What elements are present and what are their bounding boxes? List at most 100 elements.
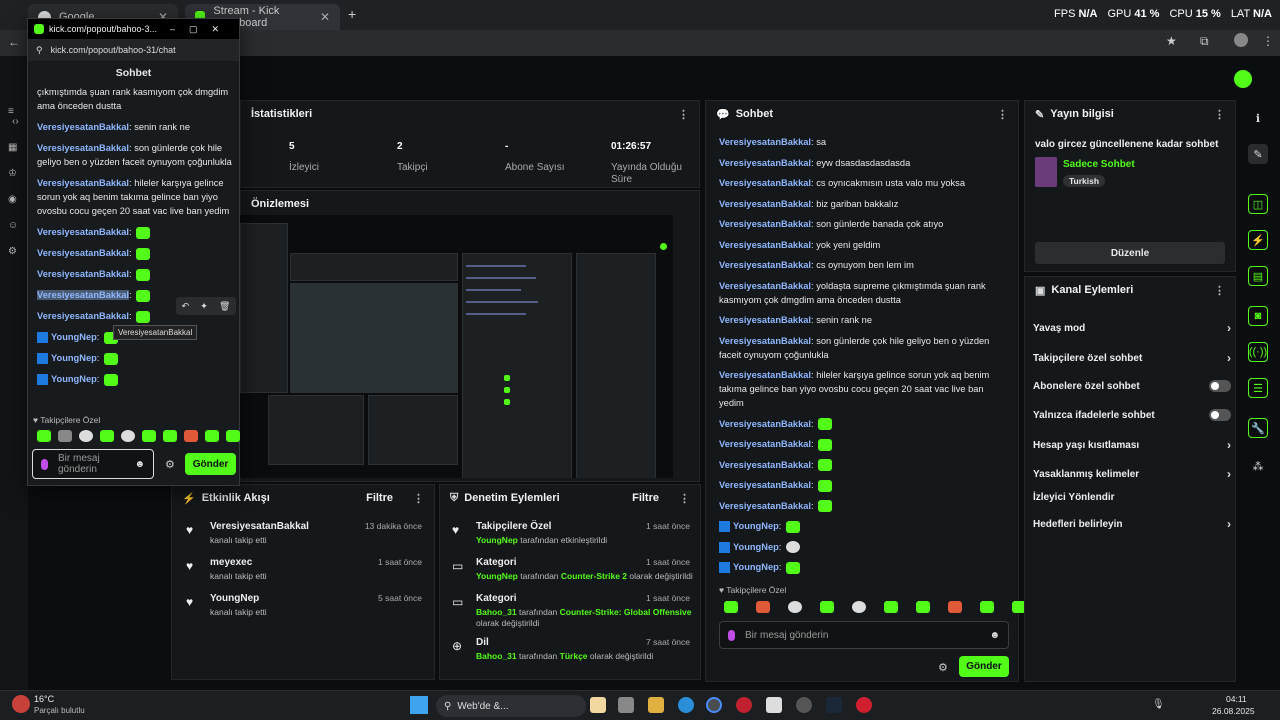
chat-username[interactable]: VeresiyesatanBakkal xyxy=(719,178,811,188)
taskbar-app-icon[interactable] xyxy=(856,697,872,713)
chat-username[interactable]: VeresiyesatanBakkal xyxy=(719,315,811,325)
moderation-actor[interactable]: YoungNep xyxy=(476,571,518,581)
popout-chat-input[interactable]: Bir mesaj gönderin ☻ xyxy=(32,449,154,479)
opera-icon[interactable] xyxy=(736,697,752,713)
edge-icon[interactable] xyxy=(678,697,694,713)
bolt-icon[interactable]: ⚡ xyxy=(1248,230,1268,250)
chat-username[interactable]: VeresiyesatanBakkal xyxy=(37,143,129,153)
chat-username[interactable]: VeresiyesatanBakkal xyxy=(37,269,129,279)
stream-icon[interactable]: ‹› xyxy=(12,116,24,128)
kick-logo-icon[interactable] xyxy=(1234,70,1252,88)
channel-action-item[interactable]: Yasaklanmış kelimeler › xyxy=(1033,467,1231,481)
new-tab-icon[interactable]: + xyxy=(348,6,356,22)
moderation-target[interactable]: Counter-Strike: Global Offensive xyxy=(560,607,692,617)
chat-username[interactable]: YoungNep xyxy=(51,374,97,384)
emote[interactable] xyxy=(788,601,802,613)
moderation-actor[interactable]: YoungNep xyxy=(476,535,518,545)
gear-icon[interactable]: ⚙ xyxy=(165,458,175,471)
layout-icon[interactable]: ☰ xyxy=(1248,378,1268,398)
info-icon[interactable]: ℹ xyxy=(1248,108,1268,128)
more-icon[interactable]: ⋮ xyxy=(679,492,690,505)
chat-username[interactable]: VeresiyesatanBakkal xyxy=(719,419,811,429)
emote[interactable] xyxy=(724,601,738,613)
store-icon[interactable] xyxy=(766,697,782,713)
chat-username[interactable]: VeresiyesatanBakkal xyxy=(719,158,811,168)
toggle-switch[interactable] xyxy=(1209,409,1231,421)
emote[interactable] xyxy=(79,430,93,442)
gear-icon[interactable]: ⚙ xyxy=(938,661,948,674)
emote[interactable] xyxy=(58,430,72,442)
channel-action-item[interactable]: Hesap yaşı kısıtlaması › xyxy=(1033,438,1231,452)
taskbar-app-icon[interactable] xyxy=(590,697,606,713)
emote[interactable] xyxy=(100,430,114,442)
channel-action-item[interactable]: Yalnızca ifadelerle sohbet xyxy=(1033,409,1231,421)
chat-username[interactable]: VeresiyesatanBakkal xyxy=(37,227,129,237)
windows-start-icon[interactable] xyxy=(410,696,428,714)
emote[interactable] xyxy=(121,430,135,442)
emote[interactable] xyxy=(37,430,51,442)
doc-icon[interactable]: ▤ xyxy=(1248,266,1268,286)
edit-button[interactable]: Düzenle xyxy=(1035,242,1225,264)
activity-username[interactable]: YoungNep xyxy=(210,593,259,604)
emote[interactable] xyxy=(226,430,240,442)
chat-username[interactable]: VeresiyesatanBakkal xyxy=(37,290,130,300)
menu-icon[interactable]: ⋮ xyxy=(1262,34,1274,48)
chat-username[interactable]: VeresiyesatanBakkal xyxy=(719,460,811,470)
share-icon[interactable]: ⁂ xyxy=(1248,456,1268,476)
trash-icon[interactable]: 🗑 xyxy=(219,301,230,312)
channel-action-item[interactable]: Takipçilere özel sohbet › xyxy=(1033,351,1231,365)
file-explorer-icon[interactable] xyxy=(648,697,664,713)
toggle-switch[interactable] xyxy=(1209,380,1231,392)
chart-icon[interactable]: ▦ xyxy=(8,142,20,154)
chat-username[interactable]: VeresiyesatanBakkal xyxy=(719,137,811,147)
chat-username[interactable]: VeresiyesatanBakkal xyxy=(719,240,811,250)
emote[interactable] xyxy=(980,601,994,613)
pencil-icon[interactable]: ✎ xyxy=(1248,144,1268,164)
extensions-icon[interactable]: ⧉ xyxy=(1200,34,1209,49)
chrome-icon[interactable] xyxy=(706,697,722,713)
emote[interactable] xyxy=(163,430,177,442)
chat-username[interactable]: VeresiyesatanBakkal xyxy=(37,311,129,321)
chat-username[interactable]: VeresiyesatanBakkal xyxy=(719,370,811,380)
chat-username[interactable]: VeresiyesatanBakkal xyxy=(37,248,129,258)
microphone-icon[interactable] xyxy=(728,629,735,641)
profile-avatar[interactable] xyxy=(1234,33,1248,47)
chat-username[interactable]: YoungNep xyxy=(733,521,779,531)
more-icon[interactable]: ⋮ xyxy=(413,492,424,505)
emote[interactable] xyxy=(852,601,866,613)
emote[interactable] xyxy=(884,601,898,613)
channel-action-item[interactable]: İzleyici Yönlendir xyxy=(1033,492,1231,503)
close-icon[interactable]: ✕ xyxy=(320,10,330,24)
chat-username[interactable]: VeresiyesatanBakkal xyxy=(37,178,129,188)
chat-username[interactable]: VeresiyesatanBakkal xyxy=(719,281,811,291)
reply-icon[interactable]: ↶ xyxy=(182,301,190,312)
more-icon[interactable]: ⋮ xyxy=(997,108,1008,121)
emoji-icon[interactable]: ☻ xyxy=(989,630,1000,641)
category-name[interactable]: Sadece Sohbet xyxy=(1063,159,1135,170)
chat-username[interactable]: YoungNep xyxy=(733,542,779,552)
filter-button[interactable]: Filtre xyxy=(632,492,659,504)
star-icon[interactable]: ★ xyxy=(1166,34,1177,48)
moderation-actor[interactable]: Bahoo_31 xyxy=(476,607,517,617)
activity-username[interactable]: VeresiyesatanBakkal xyxy=(210,521,309,532)
site-info-icon[interactable]: ⚲ xyxy=(36,45,43,56)
pin-icon[interactable]: ✦ xyxy=(200,301,208,312)
users-icon[interactable]: ☺ xyxy=(8,220,20,232)
chat-username[interactable]: VeresiyesatanBakkal xyxy=(719,199,811,209)
stream-preview-video[interactable] xyxy=(240,215,673,478)
chat-username[interactable]: VeresiyesatanBakkal xyxy=(719,260,811,270)
moderation-actor[interactable]: Bahoo_31 xyxy=(476,651,517,661)
moderation-target[interactable]: Türkçe xyxy=(560,651,588,661)
capture-icon[interactable]: ◫ xyxy=(1248,194,1268,214)
channel-action-item[interactable]: Hedefleri belirleyin › xyxy=(1033,517,1231,531)
chat-username[interactable]: VeresiyesatanBakkal xyxy=(719,439,811,449)
chat-icon[interactable]: ◙ xyxy=(1248,306,1268,326)
activity-username[interactable]: meyexec xyxy=(210,557,252,568)
chat-username[interactable]: VeresiyesatanBakkal xyxy=(719,480,811,490)
taskbar-app-icon[interactable] xyxy=(796,697,812,713)
emote[interactable] xyxy=(916,601,930,613)
weather-icon[interactable] xyxy=(12,695,30,713)
microphone-icon[interactable] xyxy=(41,458,48,470)
emote[interactable] xyxy=(184,430,198,442)
emote[interactable] xyxy=(820,601,834,613)
